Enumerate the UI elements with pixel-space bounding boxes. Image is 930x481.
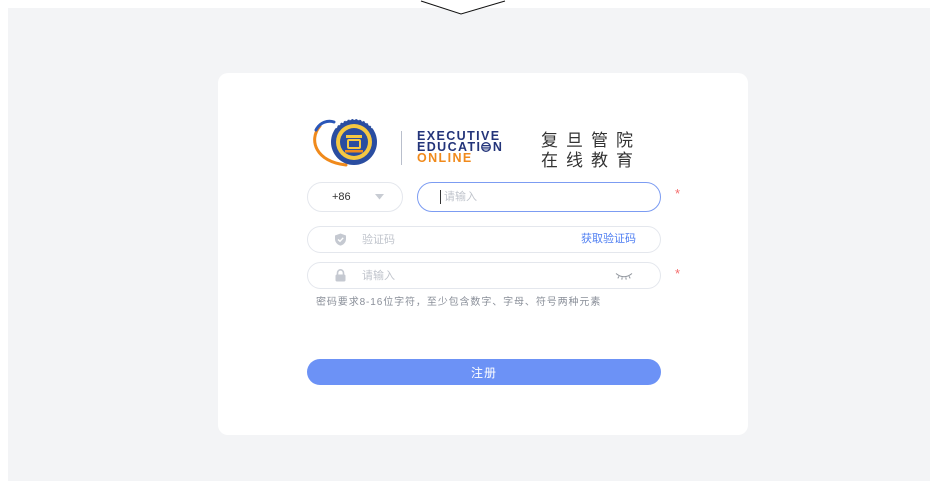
logo-text-online: ONLINE <box>417 151 473 165</box>
get-code-link[interactable]: 获取验证码 <box>581 227 636 252</box>
verification-code-field[interactable]: 获取验证码 <box>307 226 661 253</box>
school-emblem-icon <box>313 118 377 167</box>
country-code-value: +86 <box>332 191 351 203</box>
password-hint: 密码要求8-16位字符，至少包含数字、字母、符号两种元素 <box>316 297 602 308</box>
password-field[interactable] <box>307 262 661 289</box>
phone-input[interactable] <box>418 183 660 211</box>
phone-field[interactable] <box>417 182 661 212</box>
password-input[interactable] <box>308 263 660 288</box>
logo-text-cn-school: 复旦管院 <box>541 131 641 150</box>
country-code-select[interactable]: +86 <box>307 182 403 212</box>
logo-text-education-suffix: N <box>492 140 504 154</box>
phone-required-mark: * <box>675 186 681 201</box>
dropdown-tip-icon <box>420 0 506 15</box>
password-required-mark: * <box>675 266 681 281</box>
eye-closed-icon[interactable] <box>615 272 633 280</box>
caret-down-icon <box>375 194 384 200</box>
logo-o-glyph-icon <box>481 142 492 152</box>
text-cursor <box>440 190 441 204</box>
register-button[interactable]: 注册 <box>307 359 661 385</box>
logo-text-cn-online: 在线教育 <box>541 151 641 170</box>
register-card: EXECUTIVE EDUCATI N ONLINE 复旦管院 在线教育 +86 … <box>218 73 748 435</box>
logo-divider <box>401 131 402 165</box>
